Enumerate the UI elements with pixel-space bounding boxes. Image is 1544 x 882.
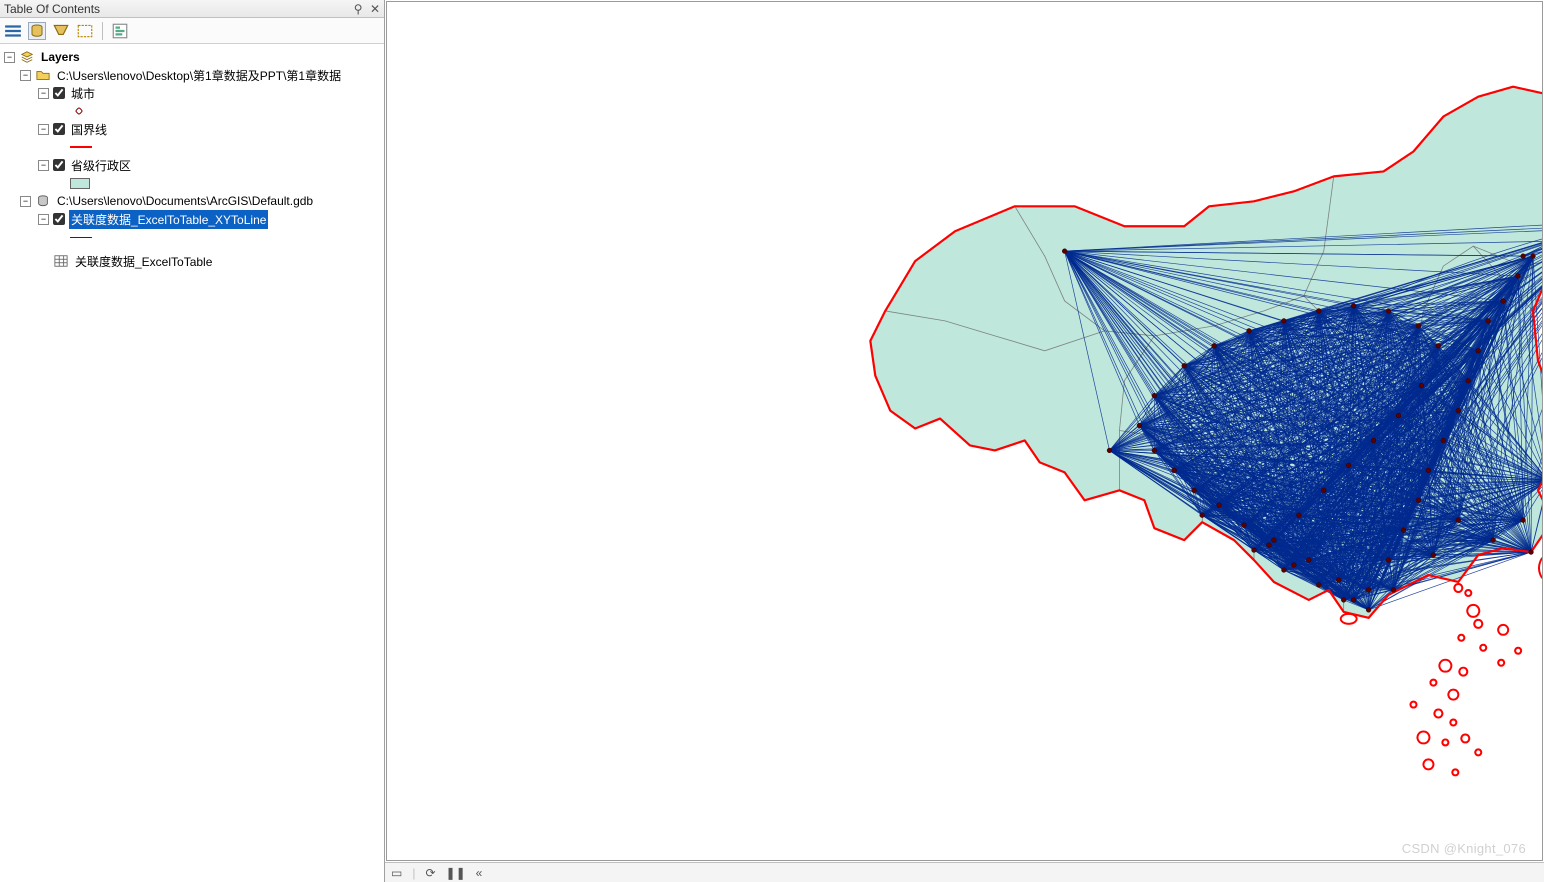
tree-layer-provinces[interactable]: − 省级行政区 bbox=[2, 156, 382, 174]
map-svg bbox=[387, 2, 1542, 861]
tree-layer-xytoline[interactable]: − 关联度数据_ExcelToTable_XYToLine bbox=[2, 210, 382, 228]
expander-icon[interactable]: − bbox=[20, 70, 31, 81]
layer-cities-label[interactable]: 城市 bbox=[69, 84, 97, 103]
expander-blank bbox=[38, 256, 49, 267]
map-statusbar: ▭ | ⟳ ❚❚ « bbox=[385, 862, 1544, 882]
tree-gdb-label[interactable]: C:\Users\lenovo\Documents\ArcGIS\Default… bbox=[55, 193, 315, 209]
collapse-icon[interactable]: « bbox=[476, 866, 483, 880]
tree-layer-cities[interactable]: − 城市 bbox=[2, 84, 382, 102]
tree-table-label[interactable]: 关联度数据_ExcelToTable bbox=[73, 252, 214, 271]
toolbar-separator bbox=[102, 22, 103, 40]
tree-gdb[interactable]: − C:\Users\lenovo\Documents\ArcGIS\Defau… bbox=[2, 192, 382, 210]
toc-toolbar bbox=[0, 18, 384, 44]
tree-table[interactable]: 关联度数据_ExcelToTable bbox=[2, 252, 382, 270]
layer-visibility-checkbox[interactable] bbox=[53, 159, 65, 171]
expander-icon[interactable]: − bbox=[20, 196, 31, 207]
pause-icon[interactable]: ❚❚ bbox=[446, 866, 466, 880]
list-by-drawing-icon[interactable] bbox=[4, 22, 22, 40]
expander-icon[interactable]: − bbox=[38, 88, 49, 99]
options-icon[interactable] bbox=[111, 22, 129, 40]
map-panel: ▭ | ⟳ ❚❚ « CSDN @Knight_076 bbox=[385, 0, 1544, 882]
tree-root-layers[interactable]: − Layers bbox=[2, 48, 382, 66]
expander-icon[interactable]: − bbox=[38, 124, 49, 135]
pin-icon[interactable]: ⚲ bbox=[354, 2, 363, 16]
list-by-visibility-icon[interactable] bbox=[52, 22, 70, 40]
layers-icon bbox=[19, 50, 35, 64]
layer-xytoline-label[interactable]: 关联度数据_ExcelToTable_XYToLine bbox=[69, 210, 268, 229]
tree-folder-1[interactable]: − C:\Users\lenovo\Desktop\第1章数据及PPT\第1章数… bbox=[2, 66, 382, 84]
toc-title: Table Of Contents bbox=[4, 2, 350, 16]
layer-visibility-checkbox[interactable] bbox=[53, 87, 65, 99]
expander-icon[interactable]: − bbox=[38, 214, 49, 225]
layer-visibility-checkbox[interactable] bbox=[53, 123, 65, 135]
point-symbol-icon[interactable] bbox=[75, 107, 83, 115]
tree-layer-boundary[interactable]: − 国界线 bbox=[2, 120, 382, 138]
tree-symbol-provinces[interactable] bbox=[2, 174, 382, 192]
table-icon bbox=[53, 254, 69, 268]
layer-visibility-checkbox[interactable] bbox=[53, 213, 65, 225]
toc-tree[interactable]: − Layers − C:\Users\lenovo\Desktop\第1章数据… bbox=[0, 44, 384, 882]
toc-titlebar: Table Of Contents ⚲ ✕ bbox=[0, 0, 384, 18]
expander-icon[interactable]: − bbox=[38, 160, 49, 171]
expander-icon[interactable]: − bbox=[4, 52, 15, 63]
line-symbol-icon[interactable] bbox=[70, 237, 92, 238]
tree-symbol-cities[interactable] bbox=[2, 102, 382, 120]
tree-symbol-xytoline[interactable] bbox=[2, 228, 382, 246]
refresh-icon[interactable]: ⟳ bbox=[425, 866, 435, 880]
toc-panel: Table Of Contents ⚲ ✕ − bbox=[0, 0, 385, 882]
tree-folder-1-label[interactable]: C:\Users\lenovo\Desktop\第1章数据及PPT\第1章数据 bbox=[55, 66, 343, 85]
map-canvas[interactable] bbox=[386, 1, 1543, 861]
tree-symbol-boundary[interactable] bbox=[2, 138, 382, 156]
list-by-selection-icon[interactable] bbox=[76, 22, 94, 40]
polygon-symbol-icon[interactable] bbox=[70, 178, 90, 189]
geodatabase-icon bbox=[35, 194, 51, 208]
folder-icon bbox=[35, 68, 51, 82]
line-symbol-icon[interactable] bbox=[70, 146, 92, 148]
layer-boundary-label[interactable]: 国界线 bbox=[69, 120, 109, 139]
list-by-source-icon[interactable] bbox=[28, 22, 46, 40]
map-view-icon[interactable]: ▭ bbox=[391, 866, 402, 880]
close-icon[interactable]: ✕ bbox=[370, 2, 380, 16]
tree-root-label[interactable]: Layers bbox=[39, 49, 82, 65]
layer-provinces-label[interactable]: 省级行政区 bbox=[69, 156, 133, 175]
